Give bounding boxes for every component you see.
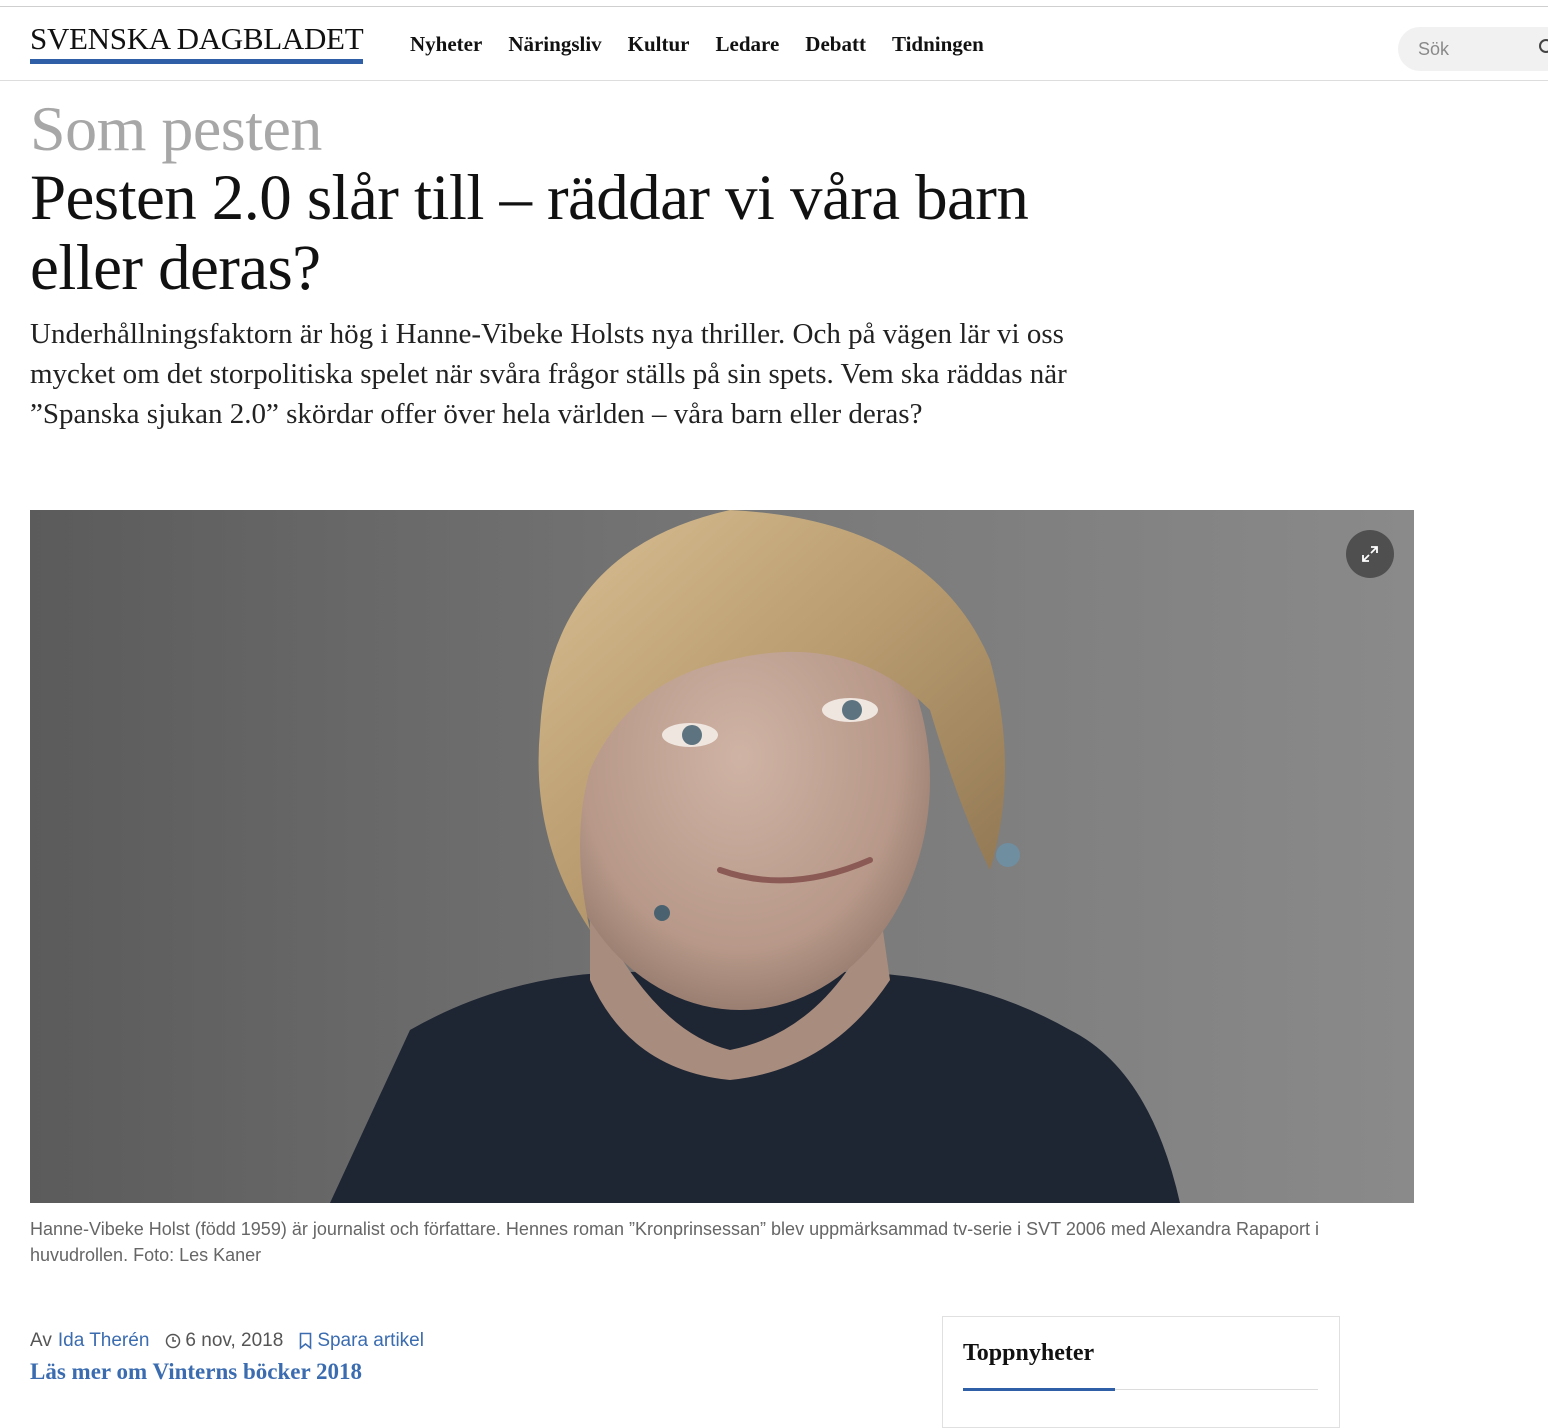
nav-item-naringsliv[interactable]: Näringsliv <box>508 32 601 56</box>
article-lead: Underhållningsfaktorn är hög i Hanne-Vib… <box>30 318 1067 430</box>
top-news-active-tab-indicator <box>963 1388 1115 1391</box>
site-header: SVENSKA DAGBLADET Nyheter Näringsliv Kul… <box>0 7 1548 81</box>
nav-item-debatt[interactable]: Debatt <box>805 32 866 56</box>
clock-icon <box>166 1333 181 1349</box>
publish-date: 6 nov, 2018 <box>185 1330 284 1351</box>
top-news-box: Toppnyheter <box>942 1316 1340 1428</box>
hero-image[interactable] <box>30 510 1414 1203</box>
save-article-label: Spara artikel <box>317 1330 424 1351</box>
nav-item-tidningen[interactable]: Tidningen <box>892 32 984 56</box>
nav-item-kultur[interactable]: Kultur <box>628 32 690 56</box>
article-headline: Pesten 2.0 slår till – räddar vi våra ba… <box>30 162 1029 304</box>
read-more-link[interactable]: Läs mer om Vinterns böcker 2018 <box>30 1358 362 1386</box>
nav-item-nyheter[interactable]: Nyheter <box>410 32 482 56</box>
expand-icon <box>1362 546 1378 562</box>
article-kicker: Som pesten <box>30 93 322 164</box>
site-logo[interactable]: SVENSKA DAGBLADET <box>30 23 364 64</box>
main-nav: Nyheter Näringsliv Kultur Ledare Debatt … <box>410 32 984 56</box>
search-icon[interactable] <box>1538 38 1548 58</box>
search-input[interactable] <box>1418 27 1538 71</box>
nav-item-ledare[interactable]: Ledare <box>716 32 780 56</box>
portrait-photo <box>330 510 1180 1203</box>
save-article-button[interactable]: Spara artikel <box>299 1329 424 1353</box>
bookmark-icon <box>300 1332 312 1350</box>
top-news-title[interactable]: Toppnyheter <box>963 1339 1094 1367</box>
article-byline: Av Ida Therén 6 nov, 2018 Spara artikel <box>30 1329 424 1353</box>
image-caption: Hanne-Vibeke Holst (född 1959) är journa… <box>30 1219 1319 1265</box>
expand-image-button[interactable] <box>1346 530 1394 578</box>
search-box <box>1398 27 1548 71</box>
byline-prefix: Av <box>30 1330 52 1351</box>
author-link[interactable]: Ida Therén <box>58 1329 150 1353</box>
